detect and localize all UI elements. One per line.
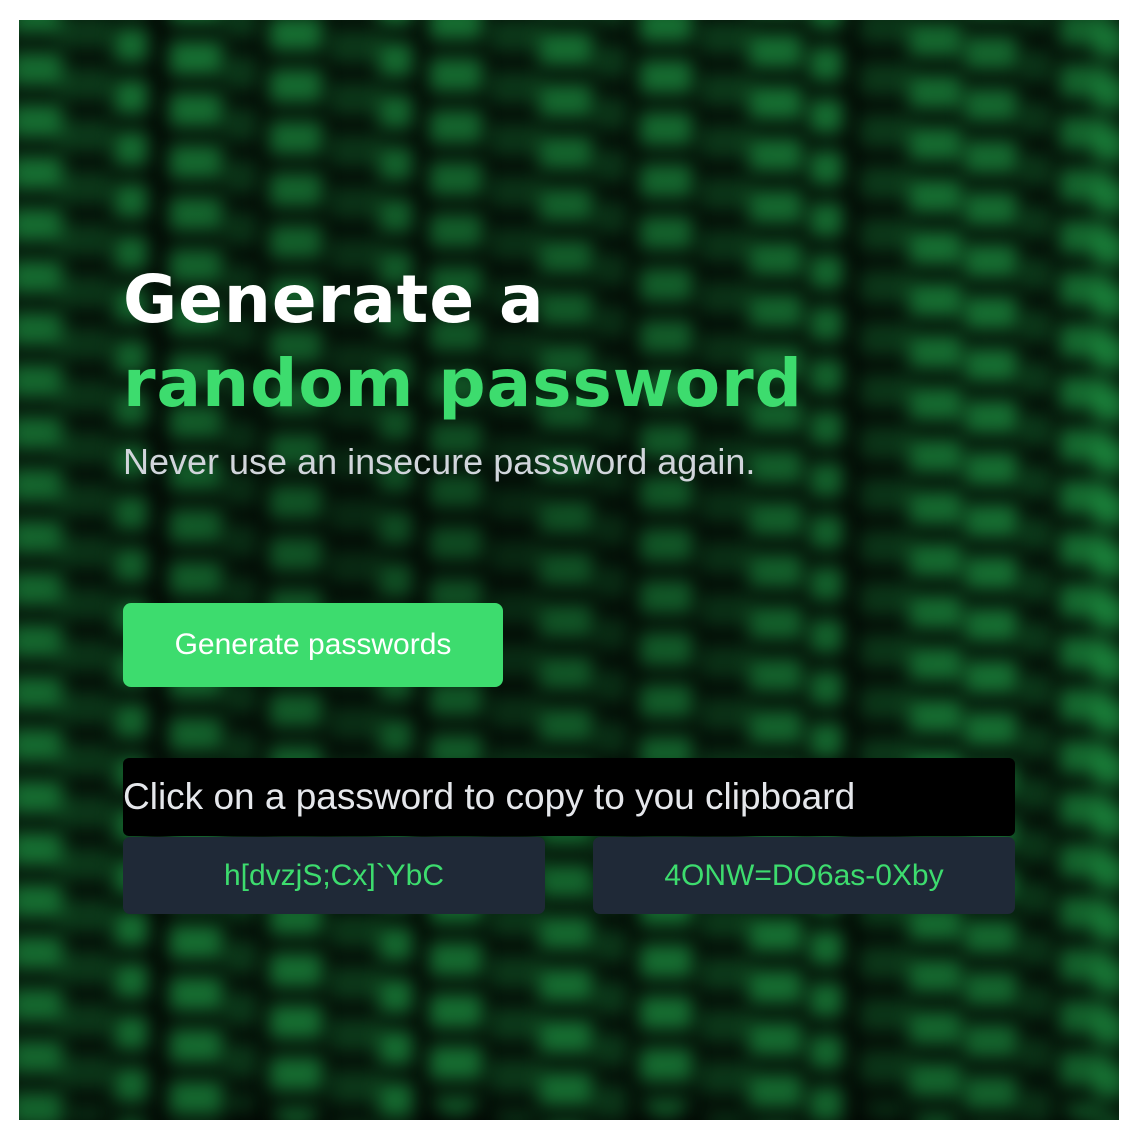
page-title-line2: random password: [123, 345, 803, 422]
password-results: h[dvzjS;Cx]`YbC 4ONW=DO6as-0Xby: [123, 837, 1015, 914]
copy-hint-bar: Click on a password to copy to you clipb…: [123, 758, 1015, 836]
hero-section: Generate a random password Never use an …: [123, 258, 1023, 914]
password-option-2[interactable]: 4ONW=DO6as-0Xby: [593, 837, 1015, 914]
generate-passwords-button[interactable]: Generate passwords: [123, 603, 503, 687]
page: Generate a random password Never use an …: [19, 20, 1119, 1120]
copy-hint-text: Click on a password to copy to you clipb…: [123, 776, 856, 817]
page-title-line1: Generate a: [123, 261, 545, 338]
password-option-1[interactable]: h[dvzjS;Cx]`YbC: [123, 837, 545, 914]
background-shade: [19, 20, 1119, 1120]
page-subtitle: Never use an insecure password again.: [123, 441, 756, 482]
